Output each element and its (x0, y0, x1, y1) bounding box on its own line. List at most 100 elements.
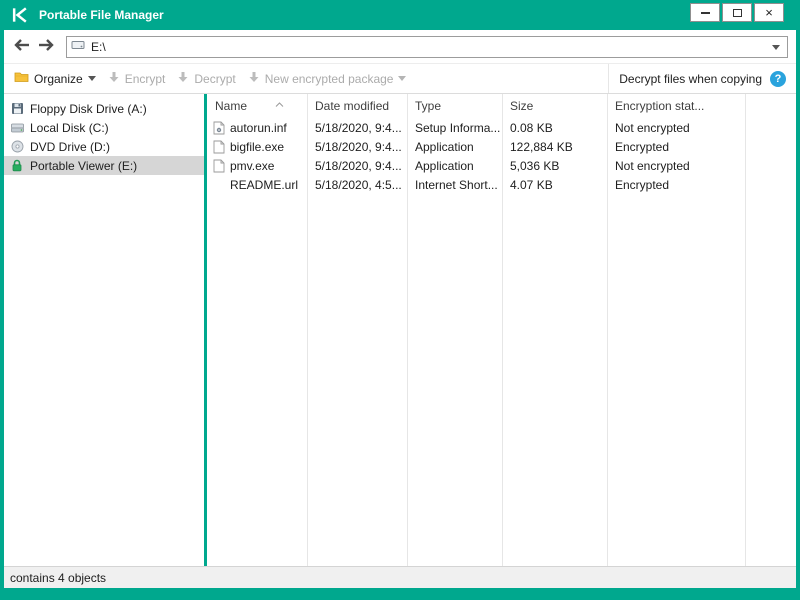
file-size: 4.07 KB (510, 177, 553, 192)
file-icon (212, 140, 225, 154)
minimize-button[interactable] (690, 3, 720, 22)
file-list-pane: Name Date modified Type Size Encryption … (207, 94, 796, 566)
column-header-label: Size (510, 99, 534, 113)
address-path: E:\ (91, 39, 106, 54)
file-name-cell: README.url (207, 178, 307, 192)
maximize-button[interactable] (722, 3, 752, 22)
window-title: Portable File Manager (39, 8, 164, 22)
column-separator (502, 94, 503, 566)
file-encryption-status: Encrypted (615, 139, 670, 154)
file-date: 5/18/2020, 9:4... (315, 139, 402, 154)
file-encryption-status: Encrypted (615, 177, 670, 192)
file-name-cell: autorun.inf (207, 121, 307, 135)
main-area: Floppy Disk Drive (A:) Local Disk (C:) D… (4, 94, 796, 566)
column-header-name[interactable]: Name (207, 94, 307, 118)
file-encryption-status: Not encrypted (615, 120, 690, 135)
file-name: bigfile.exe (230, 139, 285, 154)
column-separator (745, 94, 746, 566)
package-chevron-down-icon (398, 76, 407, 81)
organize-chevron-down-icon (87, 76, 96, 81)
navigation-bar: E:\ (4, 30, 796, 64)
file-name: README.url (230, 177, 299, 192)
drive-sidebar: Floppy Disk Drive (A:) Local Disk (C:) D… (4, 94, 204, 566)
column-header-encryption[interactable]: Encryption stat... (607, 94, 745, 118)
file-date: 5/18/2020, 9:4... (315, 120, 402, 135)
file-type: Application (415, 158, 474, 173)
column-header-size[interactable]: Size (502, 94, 607, 118)
file-encryption-status: Not encrypted (615, 158, 690, 173)
folder-icon (14, 71, 29, 86)
encrypt-label: Encrypt (124, 71, 166, 86)
sidebar-item-label: Local Disk (C:) (30, 120, 109, 135)
decrypt-label: Decrypt (194, 71, 236, 86)
forward-button[interactable] (36, 37, 56, 57)
sidebar-item-dvd-d[interactable]: DVD Drive (D:) (4, 137, 204, 156)
column-header-type[interactable]: Type (407, 94, 502, 118)
drive-icon (71, 39, 85, 54)
column-header-label: Encryption stat... (615, 99, 705, 113)
column-header-label: Type (415, 99, 442, 113)
help-icon[interactable]: ? (770, 70, 786, 87)
file-type: Application (415, 139, 474, 154)
organize-label: Organize (34, 71, 83, 86)
file-name: pmv.exe (230, 158, 275, 173)
column-header-spacer (745, 94, 796, 118)
dvd-icon (10, 140, 24, 153)
file-size: 122,884 KB (510, 139, 573, 154)
column-separator (607, 94, 608, 566)
address-bar[interactable]: E:\ (66, 35, 788, 58)
title-bar: Portable File Manager × (4, 0, 796, 30)
address-chevron-down-icon[interactable] (772, 44, 780, 50)
file-name-cell: bigfile.exe (207, 140, 307, 154)
file-date: 5/18/2020, 9:4... (315, 158, 402, 173)
package-arrow-down-icon (248, 71, 260, 86)
status-bar: contains 4 objects (4, 566, 796, 588)
new-encrypted-package-button[interactable]: New encrypted package (246, 64, 417, 93)
window-controls: × (690, 3, 784, 22)
floppy-icon (10, 102, 24, 115)
column-header-label: Date modified (315, 99, 390, 113)
organize-button[interactable]: Organize (12, 64, 106, 93)
decrypt-when-copying-label: Decrypt files when copying (619, 71, 762, 86)
minimize-icon (700, 11, 710, 14)
file-name: autorun.inf (230, 120, 287, 135)
close-button[interactable]: × (754, 3, 784, 22)
column-header-row: Name Date modified Type Size Encryption … (207, 94, 796, 118)
sidebar-item-label: Portable Viewer (E:) (30, 158, 138, 173)
toolbar: Organize Encrypt Decrypt New encrypted p… (4, 64, 796, 94)
help-glyph: ? (774, 72, 782, 85)
column-separator (407, 94, 408, 566)
window-content: E:\ Organize Encrypt Decrypt New encrypt… (4, 30, 796, 588)
decrypt-button[interactable]: Decrypt (175, 64, 245, 93)
sort-ascending-icon (275, 96, 284, 110)
hard-disk-icon (10, 122, 24, 134)
maximize-icon (732, 8, 742, 17)
back-arrow-icon (13, 38, 31, 55)
file-size: 5,036 KB (510, 158, 560, 173)
encrypt-arrow-down-icon (108, 71, 120, 86)
file-type: Setup Informa... (415, 120, 501, 135)
setup-file-icon (212, 121, 225, 135)
toolbar-right: Decrypt files when copying ? (608, 64, 796, 93)
status-text: contains 4 objects (10, 570, 107, 585)
file-name-cell: pmv.exe (207, 159, 307, 173)
sidebar-item-label: DVD Drive (D:) (30, 139, 110, 154)
app-window: Portable File Manager × E:\ Organize Enc… (0, 0, 800, 600)
lock-icon (10, 159, 24, 172)
column-header-date[interactable]: Date modified (307, 94, 407, 118)
decrypt-arrow-down-icon (177, 71, 189, 86)
kaspersky-logo-icon (10, 5, 30, 25)
forward-arrow-icon (37, 38, 55, 55)
new-encrypted-package-label: New encrypted package (264, 71, 394, 86)
file-size: 0.08 KB (510, 120, 553, 135)
sidebar-item-label: Floppy Disk Drive (A:) (30, 101, 147, 116)
sidebar-item-local-c[interactable]: Local Disk (C:) (4, 118, 204, 137)
sidebar-item-portable-e[interactable]: Portable Viewer (E:) (4, 156, 204, 175)
file-icon (212, 159, 225, 173)
toolbar-left: Organize Encrypt Decrypt New encrypted p… (4, 64, 608, 93)
encrypt-button[interactable]: Encrypt (106, 64, 176, 93)
sidebar-item-floppy-a[interactable]: Floppy Disk Drive (A:) (4, 99, 204, 118)
file-type: Internet Short... (415, 177, 498, 192)
back-button[interactable] (12, 37, 32, 57)
column-separator (307, 94, 308, 566)
